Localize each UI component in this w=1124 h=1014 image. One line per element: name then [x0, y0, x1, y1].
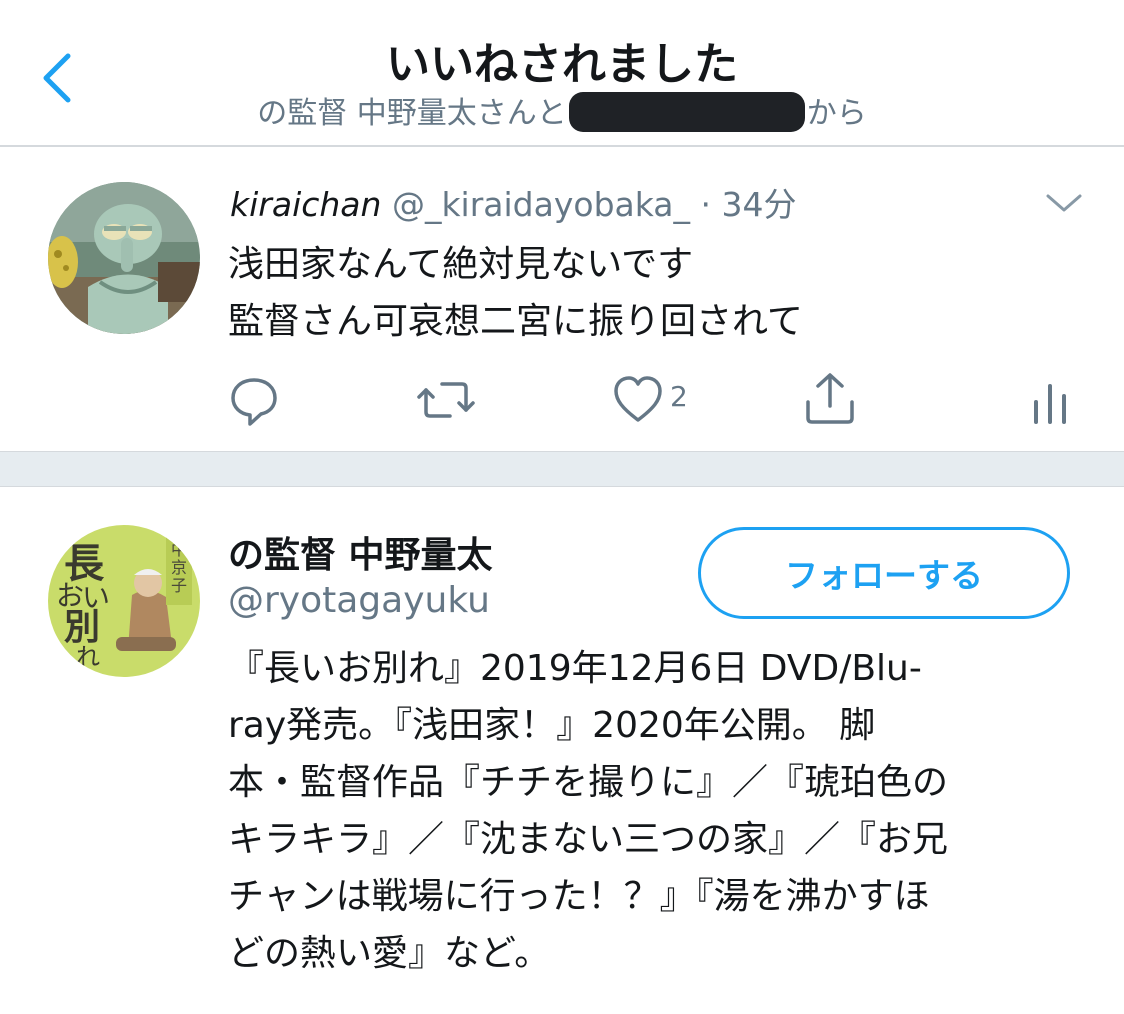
bio-line: 本・監督作品『チチを撮りに』／『琥珀色の [228, 762, 949, 803]
bio-line: チャンは戦場に行った！？』『湯を沸かすほ [228, 876, 930, 917]
profile-handle[interactable]: @ryotagayuku [228, 580, 490, 621]
avatar-side-text-3: 子 [171, 576, 187, 595]
tweet-text-line: 監督さん可哀想二宮に振り回されて [228, 301, 803, 342]
top-bar: いいねされました の監督 中野量太さんと から [0, 0, 1124, 147]
like-icon[interactable] [612, 372, 664, 428]
avatar-title-5: れ [76, 643, 100, 671]
tweet-time: 34分 [721, 185, 797, 224]
tweet-author-handle[interactable]: @_kiraidayobaka_ [392, 185, 690, 224]
chevron-down-icon[interactable] [1042, 188, 1086, 218]
tweet-text: 浅田家なんて絶対見ないです 監督さん可哀想二宮に振り回されて [228, 236, 803, 350]
profile-avatar[interactable]: 中 京 子 長 い お 別 れ [48, 525, 200, 677]
profile-name[interactable]: の監督 中野量太 [228, 526, 493, 578]
share-icon[interactable] [804, 372, 856, 428]
avatar-side-text-1: 中 [171, 540, 187, 559]
squidward-avatar-image [48, 182, 200, 334]
section-divider [0, 451, 1124, 487]
tweet-author-name[interactable]: kiraichan [230, 185, 381, 224]
redacted-name [568, 92, 805, 132]
avatar[interactable] [48, 182, 200, 334]
tweet-text-line: 浅田家なんて絶対見ないです [228, 244, 694, 285]
analytics-icon[interactable] [1030, 372, 1070, 428]
bio-line: 『長いお別れ』2019年12月6日 DVD/Blu- [228, 648, 922, 689]
subtitle-prefix: の監督 中野量太さんと [257, 96, 567, 131]
profile-bio: 『長いお別れ』2019年12月6日 DVD/Blu- ray発売。『浅田家！』2… [228, 640, 1088, 982]
bio-line: どの熱い愛』など。 [228, 933, 551, 974]
tweet-header: kiraichan @_kiraidayobaka_ · 34分 [230, 178, 797, 226]
bio-line: ray発売。『浅田家！』2020年公開。 脚 [228, 705, 876, 746]
subtitle-suffix: から [806, 96, 867, 131]
reply-icon[interactable] [228, 372, 280, 428]
avatar-side-text-2: 京 [171, 558, 187, 577]
retweet-icon[interactable] [416, 372, 476, 428]
like-count: 2 [670, 380, 688, 413]
avatar-title-4: 別 [64, 606, 100, 648]
page-subtitle: の監督 中野量太さんと から [0, 88, 1124, 132]
page-title: いいねされました [386, 39, 738, 90]
bio-line: キラキラ』／『沈まない三つの家』／『お兄 [228, 819, 949, 860]
follow-button[interactable]: フォローする [698, 527, 1070, 619]
tweet-separator: · [700, 185, 712, 224]
book-cover-avatar-image: 中 京 子 長 い お 別 れ [48, 525, 200, 677]
